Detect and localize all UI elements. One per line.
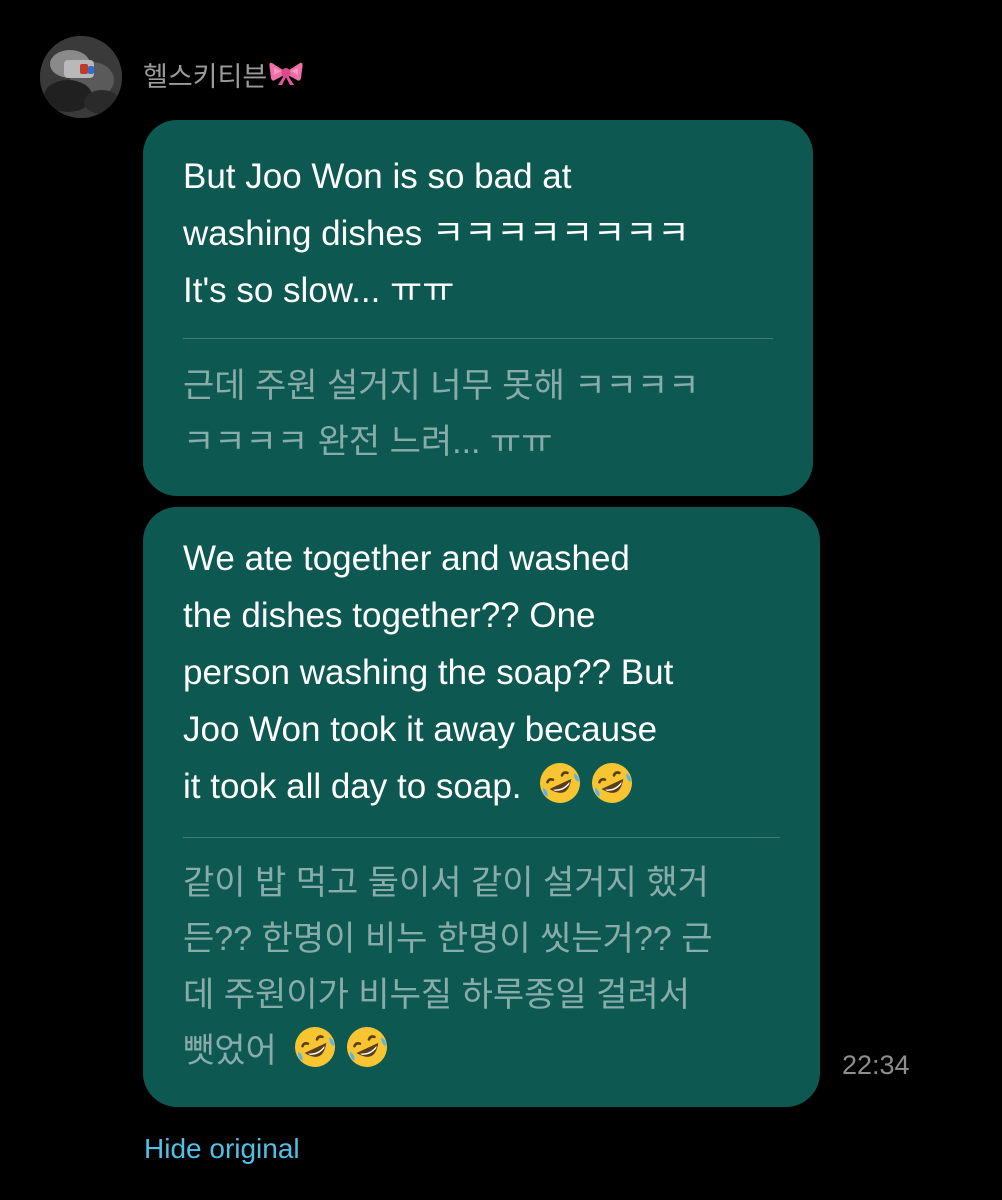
sender-name-text: 헬스키티븐 [143,62,268,92]
divider [183,837,780,838]
chat-screen: 헬스키티븐 But Joo Won is so bad at washing d… [0,0,1002,1200]
rolling-on-floor-laughing-icon [292,1024,338,1070]
rolling-on-floor-laughing-icon [537,760,583,806]
avatar[interactable] [40,36,122,118]
rolling-on-floor-laughing-icon [344,1024,390,1070]
avatar-photo [40,36,122,118]
original-text-block: 같이 밥 먹고 둘이서 같이 설거지 했거 든?? 한명이 비누 한명이 씻는거… [183,855,784,1079]
rolling-on-floor-laughing-icon [589,760,635,806]
message-bubble[interactable]: But Joo Won is so bad at washing dishes … [143,120,813,496]
divider [183,338,773,339]
translated-text-block: We ate together and washed the dishes to… [183,530,780,815]
original-text: 같이 밥 먹고 둘이서 같이 설거지 했거 든?? 한명이 비누 한명이 씻는거… [183,864,713,1070]
ribbon-icon [269,60,303,94]
sender-name[interactable]: 헬스키티븐 [143,60,303,94]
message-timestamp: 22:34 [842,1050,910,1080]
translated-text: But Joo Won is so bad at washing dishes … [183,157,690,310]
message-bubble[interactable]: We ate together and washed the dishes to… [143,507,820,1107]
original-text: 근데 주원 설거지 너무 못해 ㅋㅋㅋㅋ ㅋㅋㅋㅋ 완전 느려... ㅠㅠ [183,367,700,461]
hide-original-link[interactable]: Hide original [144,1131,300,1167]
